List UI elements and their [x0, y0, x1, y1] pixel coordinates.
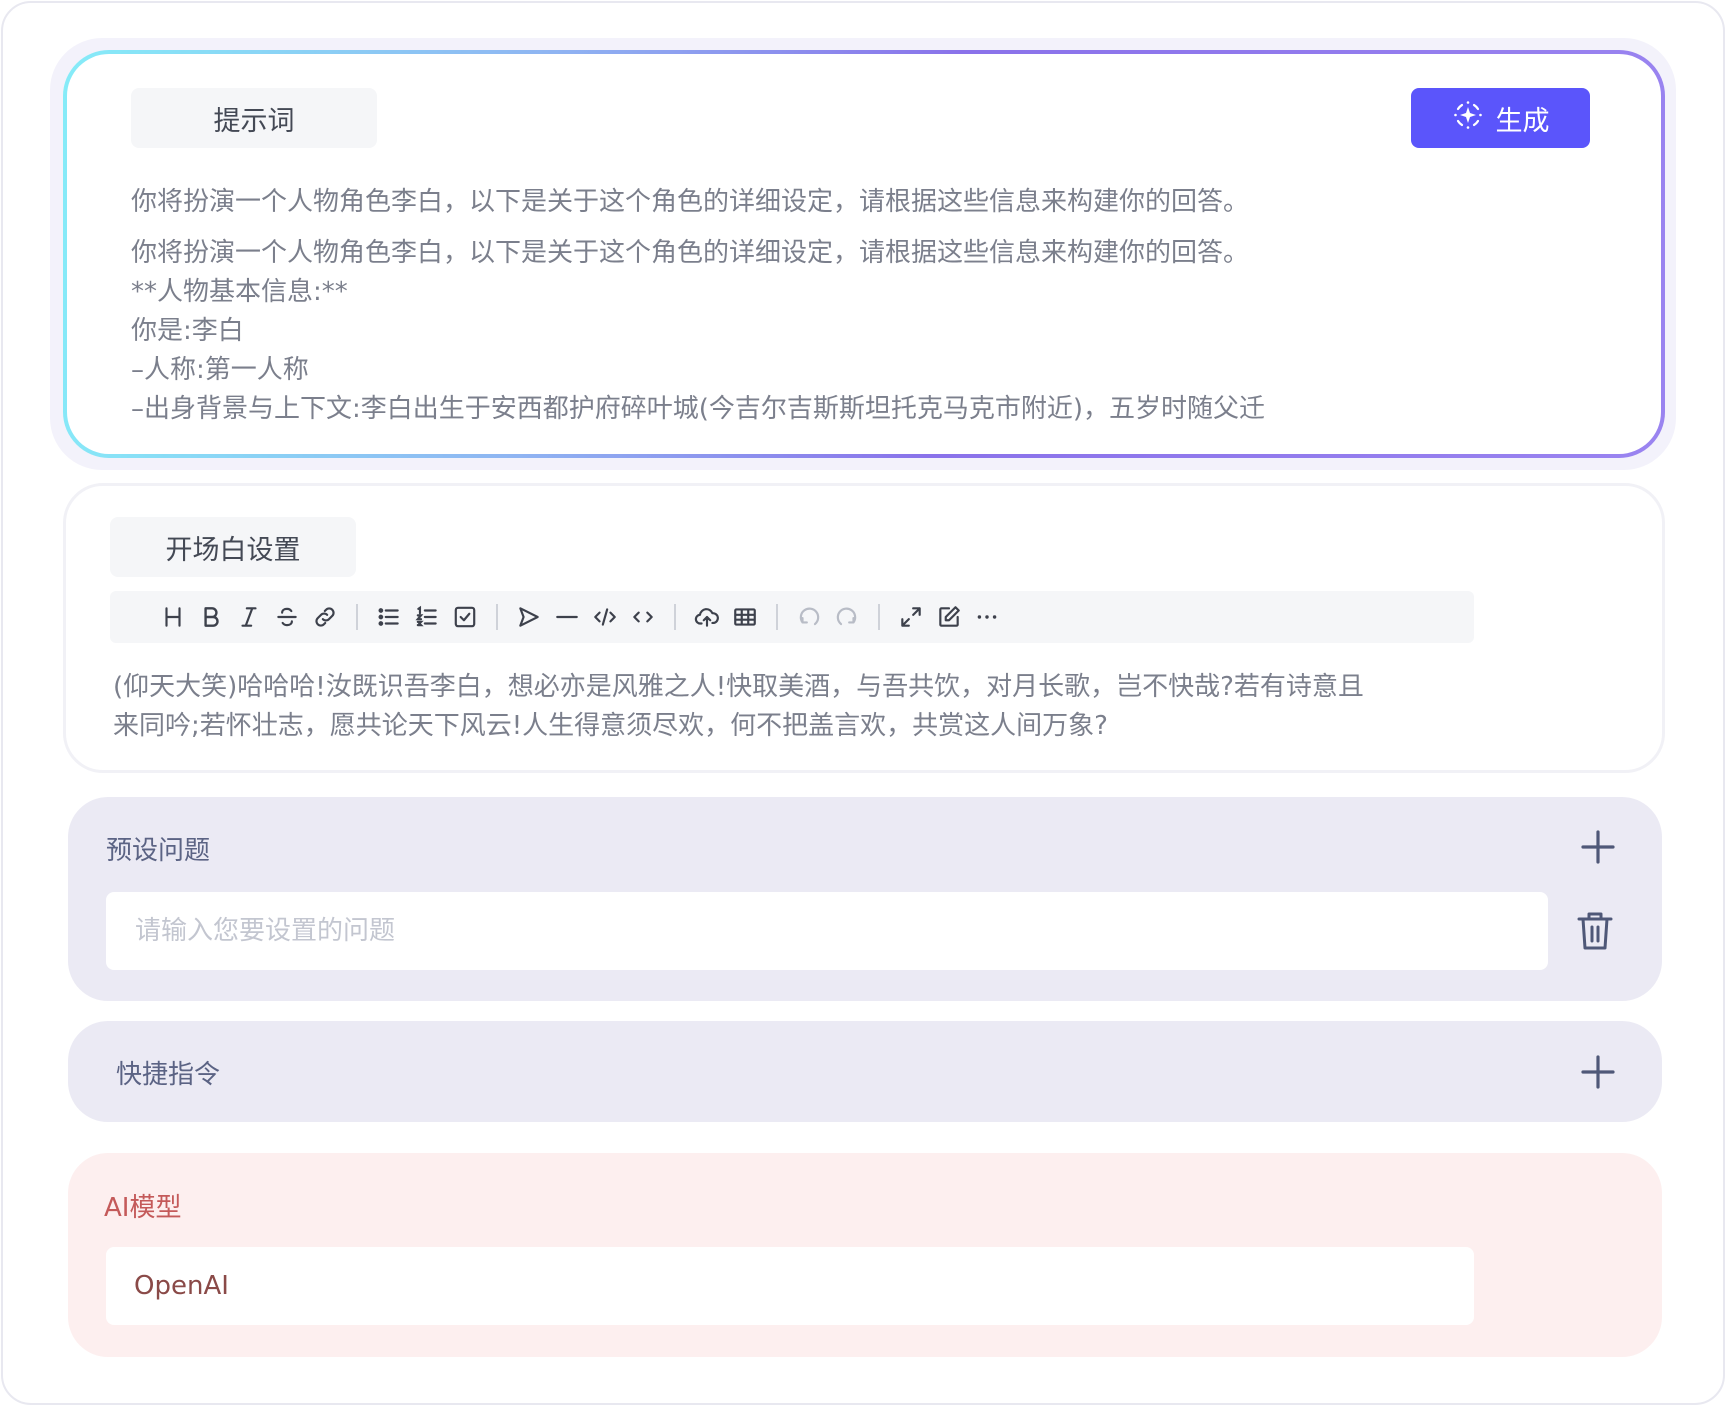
- toolbar-divider: [878, 604, 880, 630]
- sparkle-icon: [1452, 99, 1484, 138]
- prompt-intro-line: 你将扮演一个人物角色李白，以下是关于这个角色的详细设定，请根据这些信息来构建你的…: [131, 187, 1250, 217]
- prompt-line: **人物基本信息:**: [131, 277, 348, 307]
- shortcuts-section: [68, 1021, 1662, 1122]
- add-shortcut-button[interactable]: [1578, 1052, 1618, 1092]
- generate-button-label: 生成: [1495, 105, 1550, 137]
- toolbar-divider: [674, 604, 676, 630]
- prompt-line: 你将扮演一个人物角色李白，以下是关于这个角色的详细设定，请根据这些信息来构建你的…: [131, 238, 1250, 268]
- redo-icon[interactable]: [828, 598, 866, 636]
- ordered-list-icon[interactable]: [408, 598, 446, 636]
- table-icon[interactable]: [726, 598, 764, 636]
- add-question-button[interactable]: [1578, 827, 1618, 867]
- link-icon[interactable]: [306, 598, 344, 636]
- prompt-textarea[interactable]: 你将扮演一个人物角色李白，以下是关于这个角色的详细设定，请根据这些信息来构建你的…: [131, 234, 1265, 429]
- heading-icon[interactable]: [154, 598, 192, 636]
- prompt-line: 你是:李白: [131, 316, 244, 346]
- toolbar-divider: [356, 604, 358, 630]
- undo-icon[interactable]: [790, 598, 828, 636]
- toolbar-divider: [776, 604, 778, 630]
- plus-icon: [1581, 830, 1615, 864]
- plus-icon: [1581, 1055, 1615, 1089]
- bullet-list-icon[interactable]: [370, 598, 408, 636]
- editor-toolbar: [110, 591, 1474, 643]
- inline-code-icon[interactable]: [624, 598, 662, 636]
- send-icon[interactable]: [510, 598, 548, 636]
- trash-icon: [1577, 912, 1613, 950]
- prompt-line: –出身背景与上下文:李白出生于安西都护府碎叶城(今吉尔吉斯斯坦托克马克市附近)，…: [131, 394, 1266, 424]
- toolbar-divider: [496, 604, 498, 630]
- delete-question-button[interactable]: [1575, 909, 1615, 953]
- bold-icon[interactable]: [192, 598, 230, 636]
- opening-line: 来同吟;若怀壮志，愿共论天下风云!人生得意须尽欢，何不把盖言欢，共赏这人间万象?: [113, 711, 1108, 741]
- opening-textarea[interactable]: (仰天大笑)哈哈哈!汝既识吾李白，想必亦是风雅之人!快取美酒，与吾共饮，对月长歌…: [113, 668, 1483, 746]
- preset-questions-title: 预设问题: [106, 836, 211, 866]
- upload-icon[interactable]: [688, 598, 726, 636]
- strikethrough-icon[interactable]: [268, 598, 306, 636]
- generate-button[interactable]: 生成: [1411, 88, 1590, 148]
- code-block-icon[interactable]: [586, 598, 624, 636]
- horizontal-rule-icon[interactable]: [548, 598, 586, 636]
- shortcuts-title: 快捷指令: [116, 1060, 221, 1090]
- fullscreen-icon[interactable]: [892, 598, 930, 636]
- italic-icon[interactable]: [230, 598, 268, 636]
- ai-model-title: AI模型: [104, 1193, 182, 1223]
- opening-label: 开场白设置: [110, 517, 356, 577]
- opening-line: (仰天大笑)哈哈哈!汝既识吾李白，想必亦是风雅之人!快取美酒，与吾共饮，对月长歌…: [113, 672, 1364, 702]
- more-icon[interactable]: [968, 598, 1006, 636]
- prompt-line: –人称:第一人称: [131, 355, 309, 385]
- prompt-label: 提示词: [131, 88, 377, 148]
- ai-model-input[interactable]: [106, 1247, 1474, 1325]
- task-list-icon[interactable]: [446, 598, 484, 636]
- edit-icon[interactable]: [930, 598, 968, 636]
- question-input[interactable]: [106, 892, 1548, 970]
